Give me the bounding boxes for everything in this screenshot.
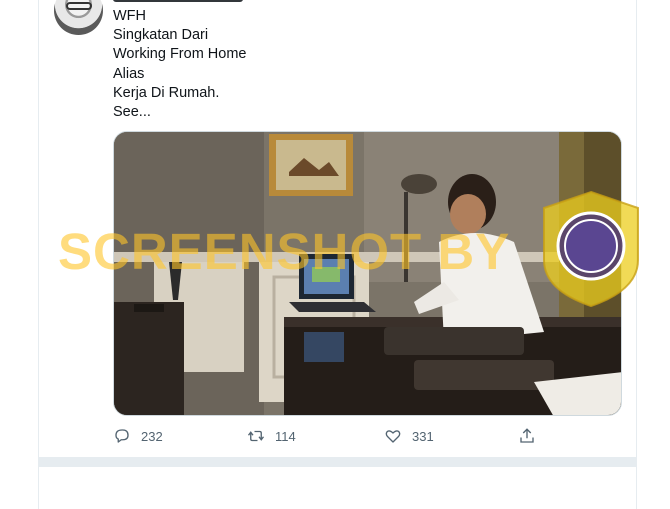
retweet-action[interactable]: 114: [247, 427, 296, 445]
tweet-actions: 232 114 331: [113, 427, 543, 447]
retweet-count: 114: [275, 428, 296, 444]
tweet-line: Alias: [113, 65, 145, 82]
reply-count: 232: [141, 428, 163, 444]
reply-action[interactable]: 232: [113, 427, 163, 445]
avatar[interactable]: [54, 0, 103, 35]
like-count: 331: [412, 428, 434, 444]
see-more-link[interactable]: See...: [113, 103, 246, 122]
tweet-line: Kerja Di Rumah.: [113, 84, 220, 101]
heart-icon: [385, 430, 401, 443]
author-name-clipped[interactable]: [113, 0, 243, 2]
tweet-separator: [38, 457, 637, 467]
screenshot-watermark: SCREENSHOT BY: [58, 223, 511, 280]
retweet-icon: [247, 430, 265, 442]
share-icon: [520, 428, 534, 443]
tweet-line: Working From Home: [113, 46, 247, 63]
tweet-text: WFH Singkatan Dari Working From Home Ali…: [113, 7, 246, 122]
avatar-glasses: [66, 2, 92, 10]
tweet-line: WFH: [113, 8, 147, 24]
like-action[interactable]: 331: [384, 427, 434, 445]
tweet-line: Singkatan Dari: [113, 27, 209, 44]
share-action[interactable]: [518, 427, 536, 445]
feed-border-left: [38, 0, 39, 509]
turnbackhoax-badge-icon: [543, 190, 639, 308]
reply-icon: [115, 429, 129, 443]
